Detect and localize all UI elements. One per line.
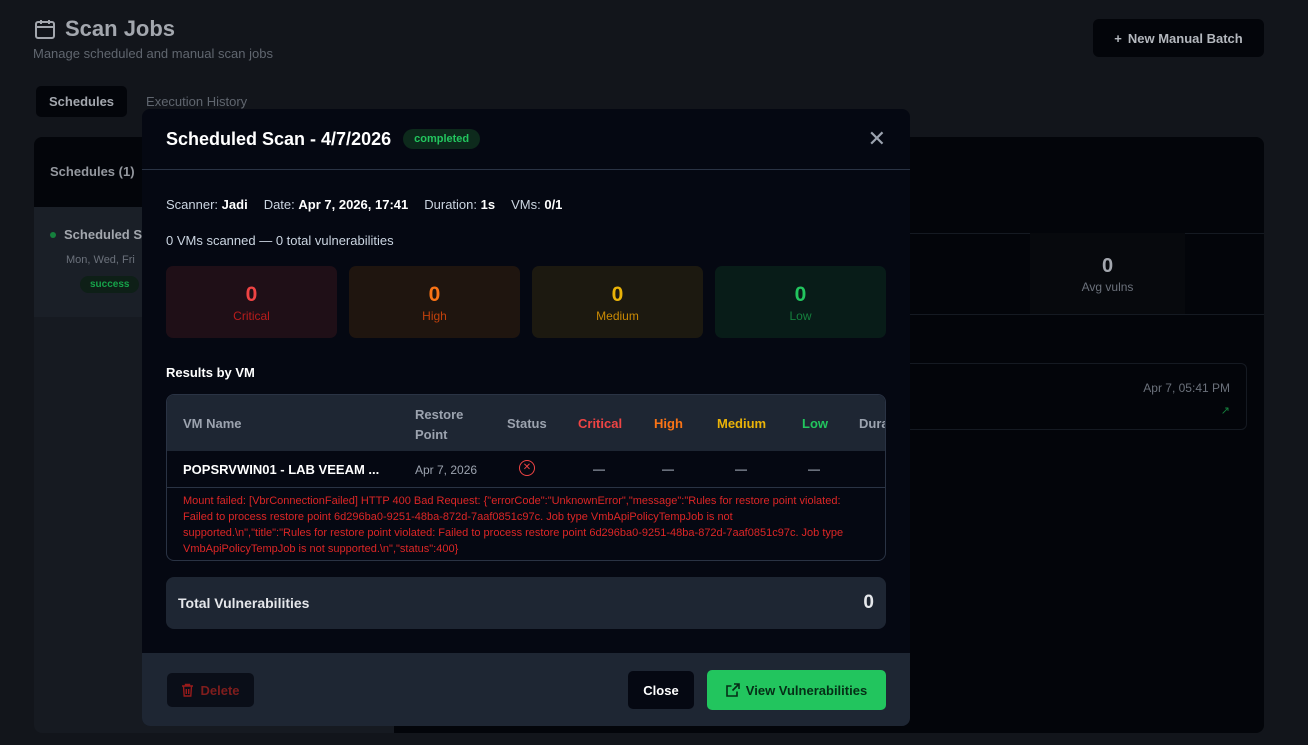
table-row[interactable]: POPSRVWIN01 - LAB VEEAM ... Apr 7, 2026 … <box>167 451 885 488</box>
run-date: Apr 7, 05:41 PM <box>1143 381 1230 395</box>
page-title-text: Scan Jobs <box>65 16 176 41</box>
low-cell: — <box>808 462 820 476</box>
vms-value: 0/1 <box>544 197 563 212</box>
scanner-value: Jadi <box>221 197 248 212</box>
date-label: Date: <box>263 197 295 212</box>
new-manual-batch-button[interactable]: + New Manual Batch <box>1093 19 1264 57</box>
col-status[interactable]: Status <box>507 416 547 431</box>
error-message: Mount failed: [VbrConnectionFailed] HTTP… <box>167 488 885 560</box>
medium-cell: — <box>735 462 747 476</box>
card-critical: 0 Critical <box>166 266 337 338</box>
total-label: Total Vulnerabilities <box>178 595 310 611</box>
external-link-icon[interactable]: ↗ <box>1221 404 1230 417</box>
modal-title: Scheduled Scan - 4/7/2026 <box>166 128 392 149</box>
vm-name: POPSRVWIN01 - LAB VEEAM ... <box>183 462 380 477</box>
col-medium[interactable]: Medium <box>717 416 766 431</box>
medium-label: Medium <box>596 309 639 323</box>
avg-label: Avg vulns <box>1081 280 1134 294</box>
card-low: 0 Low <box>715 266 886 338</box>
high-label: High <box>422 309 447 323</box>
vms-label: VMs: <box>511 197 541 212</box>
table-header: VM Name Restore Point Status Critical Hi… <box>167 395 885 451</box>
col-low[interactable]: Low <box>802 416 828 431</box>
scan-detail-modal: Scheduled Scan - 4/7/2026 completed ✕ Sc… <box>142 109 910 726</box>
status-badge: completed <box>403 129 481 149</box>
total-value: 0 <box>863 592 874 613</box>
card-high: 0 High <box>349 266 520 338</box>
high-count: 0 <box>428 283 441 306</box>
calendar-icon <box>35 20 55 39</box>
page-subtitle: Manage scheduled and manual scan jobs <box>33 46 273 61</box>
card-medium: 0 Medium <box>532 266 703 338</box>
high-cell: — <box>662 462 674 476</box>
low-label: Low <box>789 309 812 323</box>
status-dot <box>50 231 56 238</box>
close-icon[interactable]: ✕ <box>868 128 886 150</box>
restore-point: Apr 7, 2026 <box>415 463 478 477</box>
error-line: Failed to process restore point 6d296ba0… <box>183 511 733 523</box>
close-button[interactable]: Close <box>628 671 694 709</box>
delete-button[interactable]: Delete <box>167 673 254 707</box>
status-badge: success <box>80 276 140 293</box>
col-duration[interactable]: Duration <box>859 416 885 431</box>
critical-label: Critical <box>233 309 270 323</box>
scan-meta: Scanner: Jadi Date: Apr 7, 2026, 17:41 D… <box>166 197 562 212</box>
medium-count: 0 <box>611 283 624 306</box>
view-label: View Vulnerabilities <box>745 682 868 698</box>
error-line: Mount failed: [VbrConnectionFailed] HTTP… <box>183 495 841 507</box>
col-high[interactable]: High <box>654 416 683 431</box>
external-link-icon <box>725 683 740 697</box>
col-critical[interactable]: Critical <box>578 416 622 431</box>
modal-footer: Delete Close View Vulnerabilities <box>142 653 910 726</box>
error-line: VmbApiPolicyTempJob is not supported.\n"… <box>183 543 459 555</box>
view-vulnerabilities-button[interactable]: View Vulnerabilities <box>707 670 886 710</box>
error-status-icon: ✕ <box>519 460 535 476</box>
col-vm-name[interactable]: VM Name <box>183 416 242 431</box>
new-batch-label: New Manual Batch <box>1127 30 1243 46</box>
trash-icon <box>182 683 194 697</box>
plus-icon: + <box>1114 30 1122 46</box>
scanner-label: Scanner: <box>166 197 219 212</box>
duration-value: 1s <box>480 197 496 212</box>
scan-summary: 0 VMs scanned — 0 total vulnerabilities <box>166 233 394 248</box>
results-table: VM Name Restore Point Status Critical Hi… <box>166 394 886 561</box>
results-title: Results by VM <box>166 365 255 380</box>
page-title: Scan Jobs <box>33 16 175 42</box>
avg-value: 0 <box>1101 255 1114 277</box>
duration-label: Duration: <box>424 197 477 212</box>
critical-cell: — <box>593 462 605 476</box>
delete-label: Delete <box>200 682 240 698</box>
tab-schedules[interactable]: Schedules <box>36 86 128 117</box>
severity-cards: 0 Critical 0 High 0 Medium 0 Low <box>166 266 886 338</box>
low-count: 0 <box>794 283 807 306</box>
total-vulnerabilities: Total Vulnerabilities 0 <box>166 577 886 629</box>
col-restore-point[interactable]: Restore Point <box>415 405 475 445</box>
avg-vulns-stat: 0 Avg vulns <box>1030 233 1185 314</box>
date-value: Apr 7, 2026, 17:41 <box>298 197 409 212</box>
critical-count: 0 <box>245 283 258 306</box>
error-line: supported.\n","title":"Rules for restore… <box>183 527 844 539</box>
